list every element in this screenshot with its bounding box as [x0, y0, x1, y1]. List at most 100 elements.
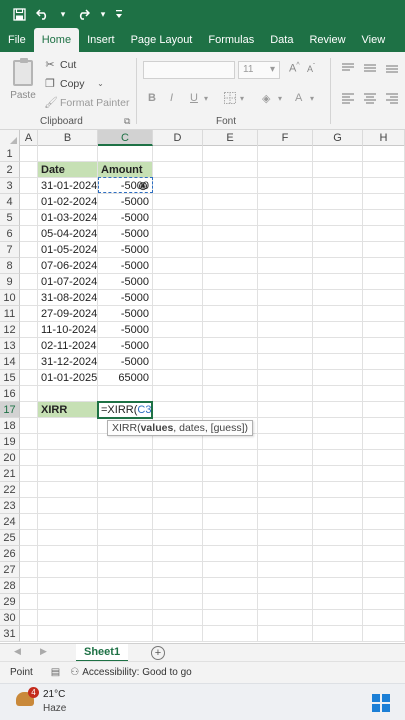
cell-f[interactable]	[258, 514, 313, 530]
cell-a[interactable]	[20, 338, 38, 354]
cell-e[interactable]	[203, 434, 258, 450]
cell-c[interactable]	[98, 578, 153, 594]
cell-d[interactable]	[153, 514, 203, 530]
cell-b[interactable]: 05-04-2024	[38, 226, 98, 242]
cell-h[interactable]	[363, 322, 405, 338]
row-header[interactable]: 15	[0, 370, 20, 386]
cell-f[interactable]	[258, 290, 313, 306]
cell-e[interactable]	[203, 146, 258, 162]
active-cell-c17[interactable]: =XIRR(C3	[97, 401, 153, 419]
row-header[interactable]: 6	[0, 226, 20, 242]
cell-b[interactable]: 01-02-2024	[38, 194, 98, 210]
fill-color-icon[interactable]: ◈	[262, 92, 270, 105]
cell-f[interactable]	[258, 258, 313, 274]
shrink-font-icon[interactable]: Aˇ	[307, 64, 315, 74]
cell-d[interactable]	[153, 354, 203, 370]
cell-a[interactable]	[20, 322, 38, 338]
cell-b[interactable]: 01-03-2024	[38, 210, 98, 226]
cell-c[interactable]	[98, 562, 153, 578]
cell-f[interactable]	[258, 194, 313, 210]
cell-b[interactable]	[38, 594, 98, 610]
cell-f[interactable]	[258, 626, 313, 642]
cell-g[interactable]	[313, 514, 363, 530]
cell-f[interactable]	[258, 418, 313, 434]
cell-c[interactable]: -5000	[98, 194, 153, 210]
cell-e[interactable]	[203, 562, 258, 578]
redo-dropdown-icon[interactable]: ▾	[98, 4, 108, 24]
row-header[interactable]: 3	[0, 178, 20, 194]
cell-h[interactable]	[363, 226, 405, 242]
cell-b[interactable]	[38, 514, 98, 530]
cell-a[interactable]	[20, 610, 38, 626]
cell-h[interactable]	[363, 578, 405, 594]
cell-a[interactable]	[20, 530, 38, 546]
cell-c[interactable]: -5000	[98, 338, 153, 354]
cell-b[interactable]: 01-05-2024	[38, 242, 98, 258]
chevron-down-icon[interactable]: ▾	[278, 94, 282, 103]
cell-e[interactable]	[203, 626, 258, 642]
cell-g[interactable]	[313, 530, 363, 546]
cell-h[interactable]	[363, 450, 405, 466]
cell-d[interactable]	[153, 178, 203, 194]
cell-g[interactable]	[313, 178, 363, 194]
cell-e[interactable]	[203, 194, 258, 210]
cell-e[interactable]	[203, 274, 258, 290]
undo-dropdown-icon[interactable]: ▾	[58, 4, 68, 24]
cell-a[interactable]	[20, 450, 38, 466]
cell-g[interactable]	[313, 210, 363, 226]
cell-f[interactable]	[258, 162, 313, 178]
font-color-button[interactable]: A	[295, 92, 302, 104]
cell-a[interactable]	[20, 418, 38, 434]
cell-f[interactable]	[258, 402, 313, 418]
cell-b[interactable]: 31-08-2024	[38, 290, 98, 306]
cell-c[interactable]	[98, 530, 153, 546]
cell-e[interactable]	[203, 546, 258, 562]
cell-f[interactable]	[258, 226, 313, 242]
cell-e[interactable]	[203, 338, 258, 354]
cell-b[interactable]: 31-12-2024	[38, 354, 98, 370]
cell-h[interactable]	[363, 514, 405, 530]
chevron-down-icon[interactable]: ⌄	[95, 79, 107, 88]
cell-d[interactable]	[153, 546, 203, 562]
cell-g[interactable]	[313, 578, 363, 594]
cell-h[interactable]	[363, 402, 405, 418]
cell-b[interactable]	[38, 418, 98, 434]
tab-page-layout[interactable]: Page Layout	[123, 28, 201, 52]
cell-c[interactable]: Amount	[98, 162, 153, 178]
cell-g[interactable]	[313, 434, 363, 450]
cell-c[interactable]	[98, 594, 153, 610]
cell-h[interactable]	[363, 530, 405, 546]
cell-d[interactable]	[153, 194, 203, 210]
cell-f[interactable]	[258, 306, 313, 322]
cell-d[interactable]	[153, 146, 203, 162]
cell-g[interactable]	[313, 274, 363, 290]
cell-f[interactable]	[258, 210, 313, 226]
cell-c[interactable]	[98, 386, 153, 402]
cell-h[interactable]	[363, 162, 405, 178]
cell-d[interactable]	[153, 322, 203, 338]
row-header[interactable]: 9	[0, 274, 20, 290]
cell-a[interactable]	[20, 162, 38, 178]
row-header[interactable]: 23	[0, 498, 20, 514]
cell-a[interactable]	[20, 402, 38, 418]
cell-d[interactable]	[153, 450, 203, 466]
cell-g[interactable]	[313, 290, 363, 306]
row-header[interactable]: 30	[0, 610, 20, 626]
cell-b[interactable]	[38, 450, 98, 466]
cell-d[interactable]	[153, 370, 203, 386]
cell-g[interactable]	[313, 146, 363, 162]
accessibility-icon[interactable]: ⚇	[70, 667, 79, 678]
cell-b[interactable]	[38, 482, 98, 498]
cell-e[interactable]	[203, 450, 258, 466]
column-header-c[interactable]: C	[98, 130, 153, 146]
cell-f[interactable]	[258, 482, 313, 498]
row-header[interactable]: 27	[0, 562, 20, 578]
cell-d[interactable]	[153, 386, 203, 402]
row-header[interactable]: 13	[0, 338, 20, 354]
cell-h[interactable]	[363, 194, 405, 210]
add-sheet-icon[interactable]: +	[151, 646, 165, 660]
cell-f[interactable]	[258, 322, 313, 338]
cell-f[interactable]	[258, 498, 313, 514]
column-header-h[interactable]: H	[363, 130, 405, 146]
row-header[interactable]: 26	[0, 546, 20, 562]
